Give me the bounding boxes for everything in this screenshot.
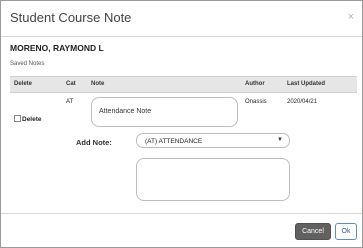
dialog-title: Student Course Note [10, 10, 132, 25]
column-header-author: Author [245, 81, 265, 87]
column-header-last-updated: Last Updated [287, 81, 326, 87]
note-field[interactable]: Attendance Note [91, 97, 238, 127]
select-value: (AT) ATTENDANCE [145, 138, 203, 145]
table-row: Delete AT Attendance Note Onassis 2020/0… [10, 93, 357, 131]
add-note-label: Add Note: [76, 138, 112, 147]
ok-button[interactable]: Ok [335, 223, 357, 240]
course-note-dialog: Student Course Note × MORENO, RAYMOND L … [0, 0, 363, 248]
cat-cell: AT [66, 99, 74, 105]
column-header-cat: Cat [66, 81, 76, 87]
column-header-delete: Delete [14, 81, 33, 87]
cancel-button[interactable]: Cancel [295, 223, 331, 240]
footer-divider [1, 213, 362, 214]
student-name: MORENO, RAYMOND L [10, 43, 104, 53]
author-cell: Onassis [245, 99, 267, 105]
last-updated-cell: 2020/04/21 [287, 99, 318, 105]
chevron-down-icon: ▼ [277, 137, 283, 143]
column-header-note: Note [91, 81, 105, 87]
table-header: Delete Cat Note Author Last Updated [10, 76, 357, 93]
add-note-textarea[interactable] [136, 158, 290, 201]
note-category-select[interactable]: (AT) ATTENDANCE ▼ [136, 133, 290, 148]
delete-checkbox[interactable] [14, 115, 21, 122]
dialog-titlebar: Student Course Note × [1, 1, 362, 37]
saved-notes-label: Saved Notes [10, 61, 45, 67]
close-icon[interactable]: × [348, 12, 354, 23]
saved-notes-table: Delete Cat Note Author Last Updated Dele… [10, 76, 357, 131]
note-text: Attendance Note [99, 108, 152, 115]
delete-label[interactable]: Delete [22, 116, 42, 123]
